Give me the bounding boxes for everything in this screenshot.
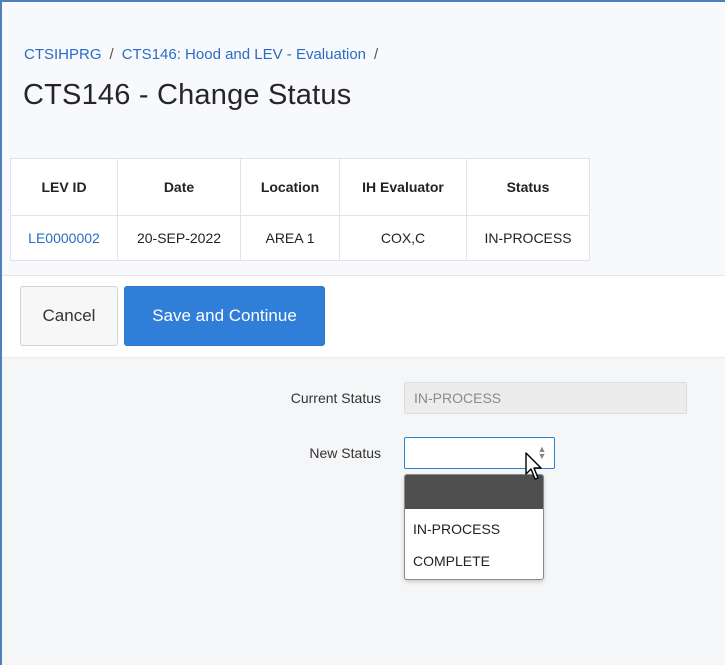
- save-and-continue-button[interactable]: Save and Continue: [124, 286, 325, 346]
- column-header-status[interactable]: Status: [466, 158, 590, 216]
- dropdown-spacer: [405, 509, 543, 517]
- table-row: LE0000002 20-SEP-2022 AREA 1 COX,C IN-PR…: [10, 215, 590, 261]
- table-cell-evaluator: COX,C: [339, 215, 467, 261]
- column-header-ih-evaluator[interactable]: IH Evaluator: [339, 158, 467, 216]
- page-header: CTSIHPRG / CTS146: Hood and LEV - Evalua…: [2, 2, 725, 145]
- lev-table: LEV ID Date Location IH Evaluator Status…: [10, 158, 590, 261]
- breadcrumb-cts146[interactable]: CTS146: Hood and LEV - Evaluation: [122, 46, 366, 63]
- breadcrumb-separator: /: [109, 46, 114, 63]
- new-status-dropdown[interactable]: IN-PROCESS COMPLETE: [404, 474, 544, 580]
- page-title: CTS146 - Change Status: [23, 79, 352, 111]
- mouse-pointer-icon: [525, 452, 542, 480]
- table-header-row: LEV ID Date Location IH Evaluator Status: [10, 158, 590, 216]
- table-cell-location: AREA 1: [240, 215, 340, 261]
- table-cell-date: 20-SEP-2022: [117, 215, 241, 261]
- current-status-field: IN-PROCESS: [404, 382, 687, 414]
- column-header-location[interactable]: Location: [240, 158, 340, 216]
- table-cell-status: IN-PROCESS: [466, 215, 590, 261]
- column-header-date[interactable]: Date: [117, 158, 241, 216]
- new-status-label: New Status: [309, 445, 381, 461]
- option-complete[interactable]: COMPLETE: [405, 549, 543, 573]
- breadcrumb-ctsihprg[interactable]: CTSIHPRG: [24, 46, 102, 63]
- option-in-process[interactable]: IN-PROCESS: [405, 517, 543, 541]
- breadcrumb-separator: /: [374, 46, 379, 63]
- option-blank[interactable]: [405, 475, 543, 509]
- cancel-button[interactable]: Cancel: [20, 286, 118, 346]
- status-form: Current Status IN-PROCESS New Status ▲ ▼ …: [2, 358, 725, 665]
- column-header-lev-id[interactable]: LEV ID: [10, 158, 118, 216]
- button-bar: Cancel Save and Continue: [2, 276, 725, 358]
- breadcrumb: CTSIHPRG / CTS146: Hood and LEV - Evalua…: [24, 46, 386, 63]
- current-status-label: Current Status: [290, 390, 381, 406]
- lev-id-link[interactable]: LE0000002: [10, 215, 118, 261]
- report-region: LEV ID Date Location IH Evaluator Status…: [2, 144, 725, 276]
